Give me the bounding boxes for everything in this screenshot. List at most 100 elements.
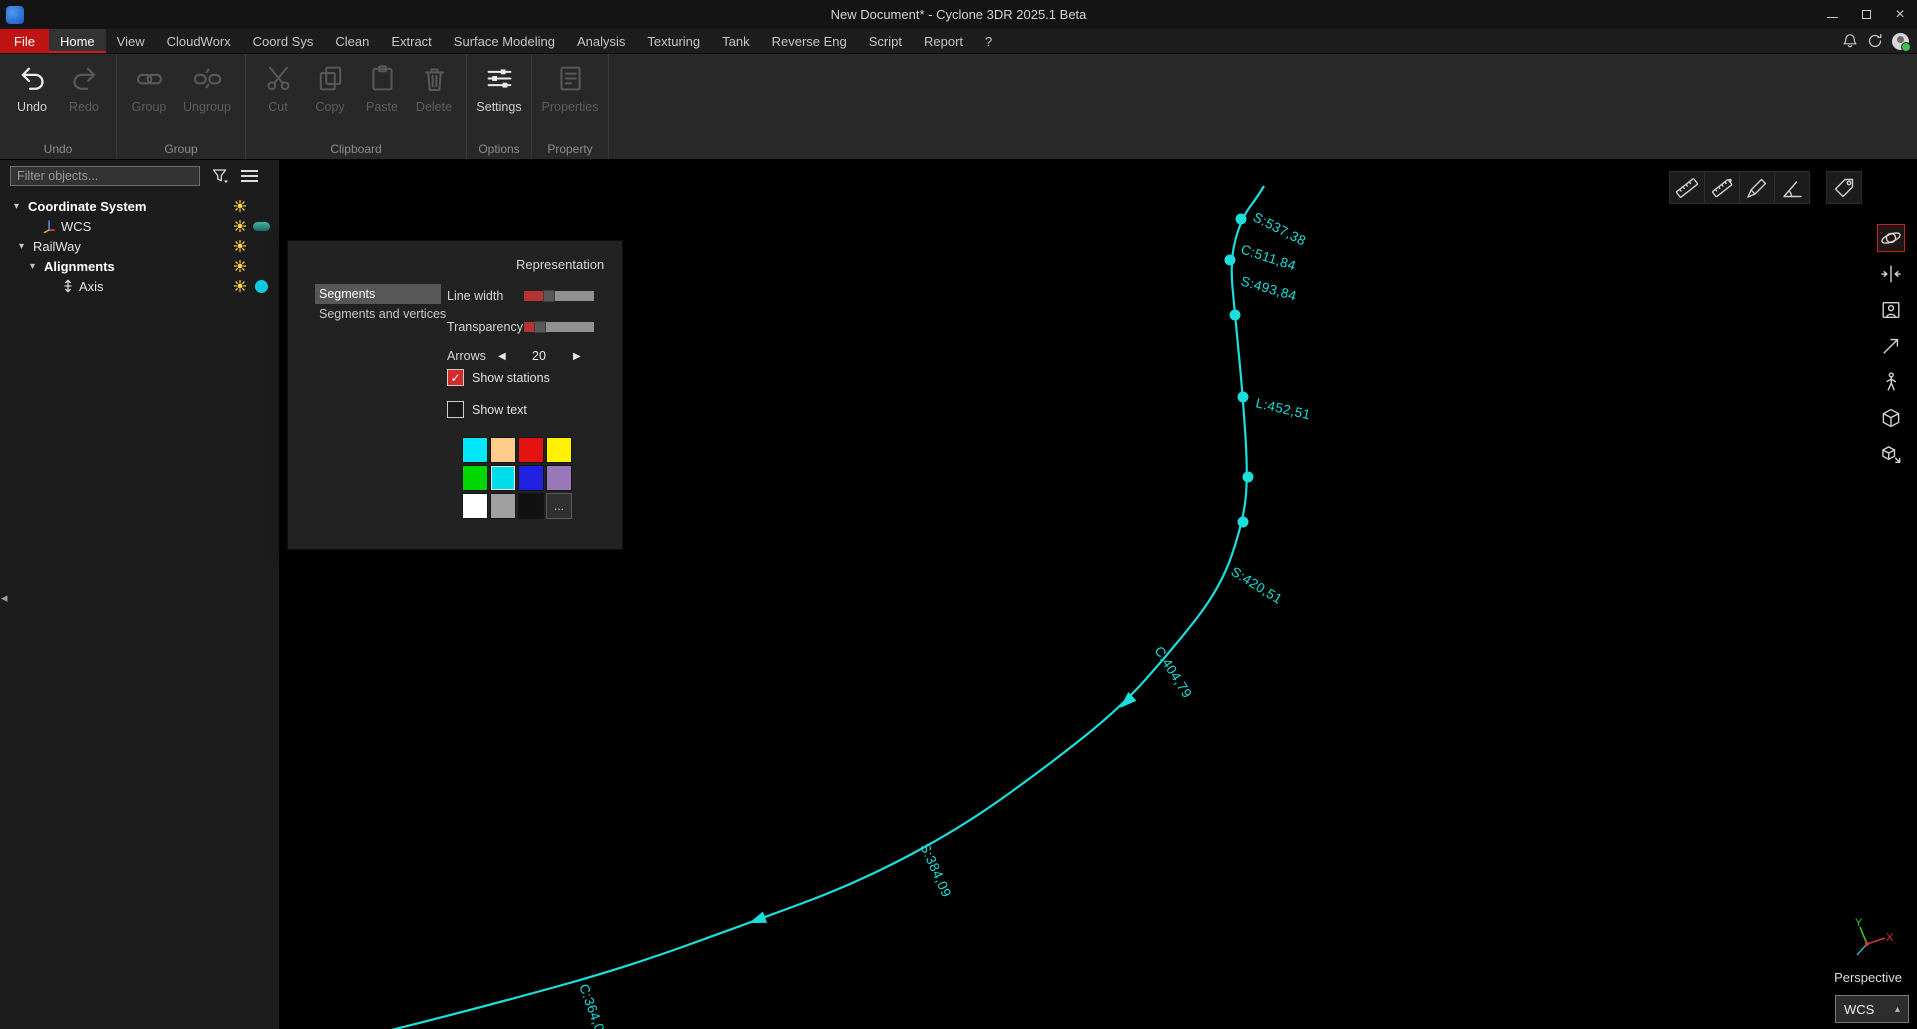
color-swatch[interactable] [546, 437, 572, 463]
measure-angle-button[interactable] [1774, 171, 1810, 204]
more-colors-button[interactable]: ... [546, 493, 572, 519]
sync-icon[interactable] [1867, 33, 1883, 49]
visibility-sun-icon[interactable] [234, 260, 246, 272]
menu-item-report[interactable]: Report [913, 29, 974, 53]
visibility-sun-icon[interactable] [234, 220, 246, 232]
filter-funnel-icon[interactable] [212, 168, 229, 184]
minimize-button[interactable] [1815, 0, 1849, 29]
color-swatch[interactable] [462, 493, 488, 519]
panel-collapse-arrow[interactable]: ◂ [1, 590, 8, 606]
menu-item-surface-modeling[interactable]: Surface Modeling [443, 29, 566, 53]
menu-item-view[interactable]: View [106, 29, 156, 53]
menu-item-coord-sys[interactable]: Coord Sys [242, 29, 325, 53]
properties-button[interactable]: Properties [538, 59, 602, 141]
chevron-down-icon[interactable]: ▾ [14, 201, 28, 212]
arrows-increase-button[interactable]: ▶ [573, 351, 581, 362]
view-face-button[interactable] [1877, 296, 1905, 324]
paste-button[interactable]: Paste [356, 59, 408, 141]
filter-input[interactable] [10, 166, 200, 186]
settings-button[interactable]: Settings [473, 59, 525, 141]
tab-segments-and-vertices[interactable]: Segments and vertices [315, 304, 441, 324]
tree-item-label: Coordinate System [28, 199, 146, 214]
group-button[interactable]: Group [123, 59, 175, 141]
menu-item-file[interactable]: File [0, 29, 49, 53]
maximize-button[interactable] [1849, 0, 1883, 29]
menu-item-texturing[interactable]: Texturing [636, 29, 711, 53]
color-swatch[interactable] [462, 437, 488, 463]
station-label: L:452,51 [1254, 395, 1312, 422]
ribbon-group-group: Group Ungroup Group [117, 54, 246, 159]
redo-button[interactable]: Redo [58, 59, 110, 141]
tree-item-alignments[interactable]: ▾Alignments [0, 256, 279, 276]
chevron-down-icon[interactable]: ▾ [19, 241, 33, 252]
coordinate-system-selector[interactable]: WCS ▴ [1835, 995, 1909, 1023]
checkbox-box[interactable]: ✓ [447, 369, 464, 386]
share-view-button[interactable] [1877, 440, 1905, 468]
visibility-sun-icon[interactable] [234, 240, 246, 252]
color-swatch[interactable] [518, 465, 544, 491]
chevron-down-icon[interactable]: ▾ [30, 261, 44, 272]
direction-arrow-marker [1116, 692, 1137, 712]
visibility-sun-icon[interactable] [234, 200, 246, 212]
menu-item-?[interactable]: ? [974, 29, 1003, 53]
line-width-slider[interactable] [524, 291, 594, 301]
checkbox-box[interactable] [447, 401, 464, 418]
user-avatar[interactable] [1892, 33, 1909, 50]
undo-button[interactable]: Undo [6, 59, 58, 141]
station-dot[interactable] [1225, 255, 1236, 266]
show-stations-checkbox[interactable]: ✓ Show stations [447, 369, 550, 386]
color-swatch[interactable] [490, 465, 516, 491]
measure-distance-button[interactable] [1704, 171, 1740, 204]
cut-button[interactable]: Cut [252, 59, 304, 141]
tree-item-railway[interactable]: ▾RailWay [0, 236, 279, 256]
ungroup-button[interactable]: Ungroup [175, 59, 239, 141]
object-color-dot[interactable] [255, 280, 268, 293]
station-dot[interactable] [1230, 310, 1241, 321]
orbit-tool-button[interactable] [1877, 224, 1905, 252]
color-swatch[interactable] [518, 493, 544, 519]
menu-item-home[interactable]: Home [49, 29, 106, 53]
station-dot[interactable] [1238, 517, 1249, 528]
iso-view-button[interactable] [1877, 404, 1905, 432]
close-button[interactable]: × [1883, 0, 1917, 29]
walk-mode-button[interactable] [1877, 368, 1905, 396]
hamburger-menu-icon[interactable] [241, 170, 258, 182]
app-icon[interactable] [6, 6, 24, 24]
tree-item-axis[interactable]: Axis [0, 276, 279, 296]
delete-button[interactable]: Delete [408, 59, 460, 141]
label-tag-button[interactable] [1826, 171, 1862, 204]
arrows-decrease-button[interactable]: ◀ [498, 351, 506, 362]
station-dot[interactable] [1236, 214, 1247, 225]
toggle-switch[interactable] [253, 222, 270, 231]
tree-item-coordinate-system[interactable]: ▾Coordinate System [0, 196, 279, 216]
color-swatch[interactable] [546, 465, 572, 491]
transparency-slider[interactable] [524, 322, 594, 332]
menu-item-script[interactable]: Script [858, 29, 913, 53]
zoom-center-button[interactable] [1877, 260, 1905, 288]
slider-handle[interactable] [543, 290, 555, 302]
menu-item-tank[interactable]: Tank [711, 29, 760, 53]
fly-mode-button[interactable] [1877, 332, 1905, 360]
color-swatch[interactable] [462, 465, 488, 491]
clipboard-icon [368, 64, 397, 96]
menu-item-cloudworx[interactable]: CloudWorx [156, 29, 242, 53]
measure-sketch-button[interactable] [1739, 171, 1775, 204]
menu-item-analysis[interactable]: Analysis [566, 29, 636, 53]
menu-item-extract[interactable]: Extract [380, 29, 442, 53]
color-swatch[interactable] [490, 437, 516, 463]
measure-ruler-button[interactable] [1669, 171, 1705, 204]
visibility-sun-icon[interactable] [234, 280, 246, 292]
menu-item-reverse-eng[interactable]: Reverse Eng [761, 29, 858, 53]
station-dot[interactable] [1243, 472, 1254, 483]
menu-item-clean[interactable]: Clean [324, 29, 380, 53]
station-dot[interactable] [1238, 392, 1249, 403]
slider-handle[interactable] [534, 321, 546, 333]
color-swatch[interactable] [490, 493, 516, 519]
ribbon-group-clipboard: Cut Copy Paste Delete Clipboard [246, 54, 467, 159]
show-text-checkbox[interactable]: Show text [447, 401, 527, 418]
notifications-bell-icon[interactable] [1842, 33, 1858, 49]
color-swatch[interactable] [518, 437, 544, 463]
tab-segments[interactable]: Segments [315, 284, 441, 304]
copy-button[interactable]: Copy [304, 59, 356, 141]
tree-item-wcs[interactable]: WCS [0, 216, 279, 236]
